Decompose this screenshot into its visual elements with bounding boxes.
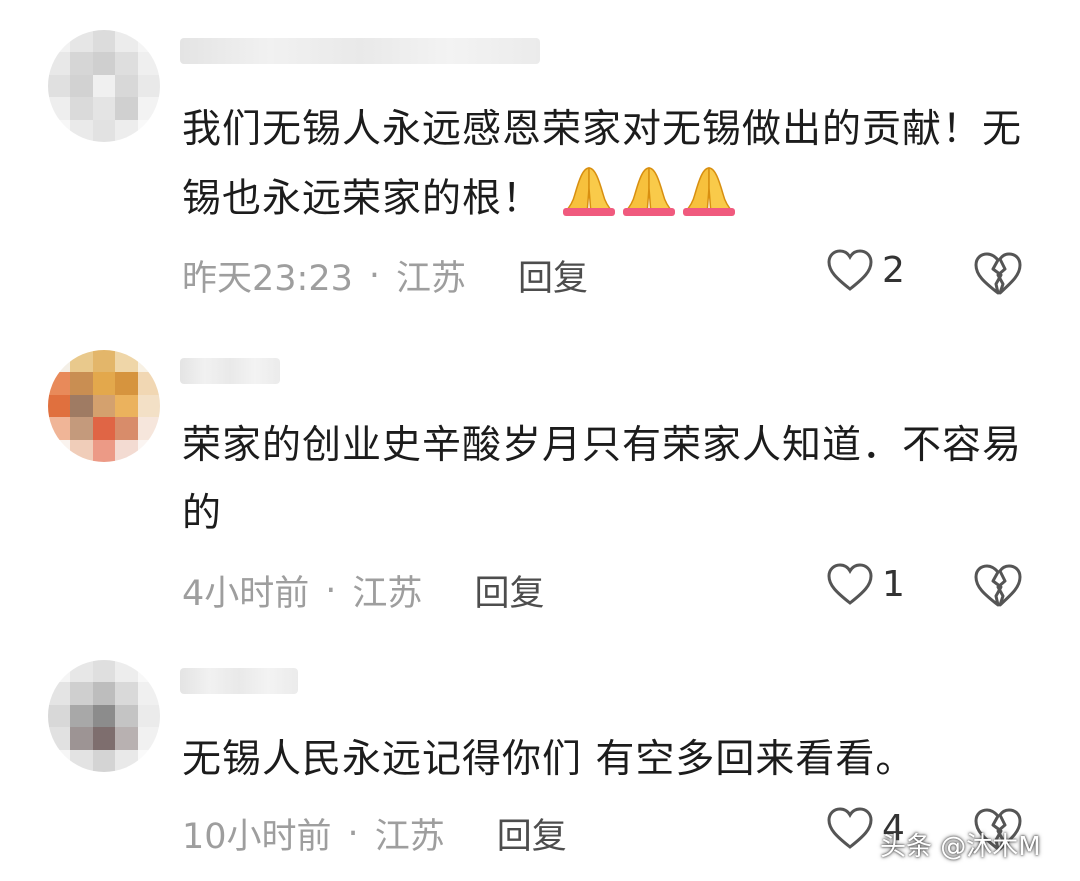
pray-hands-icon (623, 167, 676, 216)
like-count: 2 (882, 249, 905, 291)
reply-button[interactable]: 回复 (497, 808, 567, 859)
comment-meta: 4小时前 · 江苏 回复 (182, 565, 544, 616)
meta-separator: · (347, 813, 359, 854)
dislike-button[interactable] (972, 562, 1024, 608)
heart-icon (827, 807, 873, 849)
comment-meta: 昨天23:23 · 江苏 回复 (182, 250, 588, 301)
username-blurred[interactable] (180, 358, 280, 384)
comment-time: 昨天23:23 (182, 259, 353, 299)
like-count: 1 (882, 563, 905, 605)
watermark: 头条 @沐木M (880, 832, 1041, 862)
username-blurred[interactable] (180, 38, 540, 64)
comment-text: 无锡人民永远记得你们 有空多回来看看。 (182, 726, 1022, 794)
pray-hands-icon (683, 167, 736, 216)
comment-time: 4小时前 (182, 574, 310, 614)
reply-button[interactable]: 回复 (518, 250, 588, 301)
comment-meta: 10小时前 · 江苏 回复 (182, 808, 567, 859)
meta-separator: · (325, 570, 337, 611)
avatar[interactable] (48, 660, 160, 772)
comment-text: 我们无锡人永远感恩荣家对无锡做出的贡献！无锡也永远荣家的根！ (182, 96, 1022, 238)
comment-text: 荣家的创业史辛酸岁月只有荣家人知道．不容易的 (182, 412, 1022, 548)
pray-hands-icon (563, 167, 616, 216)
avatar[interactable] (48, 350, 160, 462)
comment-region: 江苏 (374, 817, 445, 857)
dislike-button[interactable] (972, 250, 1024, 296)
broken-heart-icon (974, 564, 1022, 607)
heart-icon (827, 249, 873, 291)
like-button[interactable]: 2 (826, 248, 905, 292)
pray-hands-emoji (559, 164, 739, 238)
comment-region: 江苏 (396, 259, 467, 299)
heart-icon (827, 563, 873, 605)
broken-heart-icon (974, 252, 1022, 295)
username-blurred[interactable] (180, 668, 298, 694)
comment-region: 江苏 (352, 574, 423, 614)
meta-separator: · (368, 255, 381, 296)
comment-body: 荣家的创业史辛酸岁月只有荣家人知道．不容易的 (182, 423, 1023, 536)
like-button[interactable]: 1 (826, 562, 905, 606)
avatar[interactable] (48, 30, 160, 142)
comment-time: 10小时前 (182, 817, 332, 857)
comment-body: 无锡人民永远记得你们 有空多回来看看。 (182, 737, 916, 782)
reply-button[interactable]: 回复 (474, 565, 544, 616)
